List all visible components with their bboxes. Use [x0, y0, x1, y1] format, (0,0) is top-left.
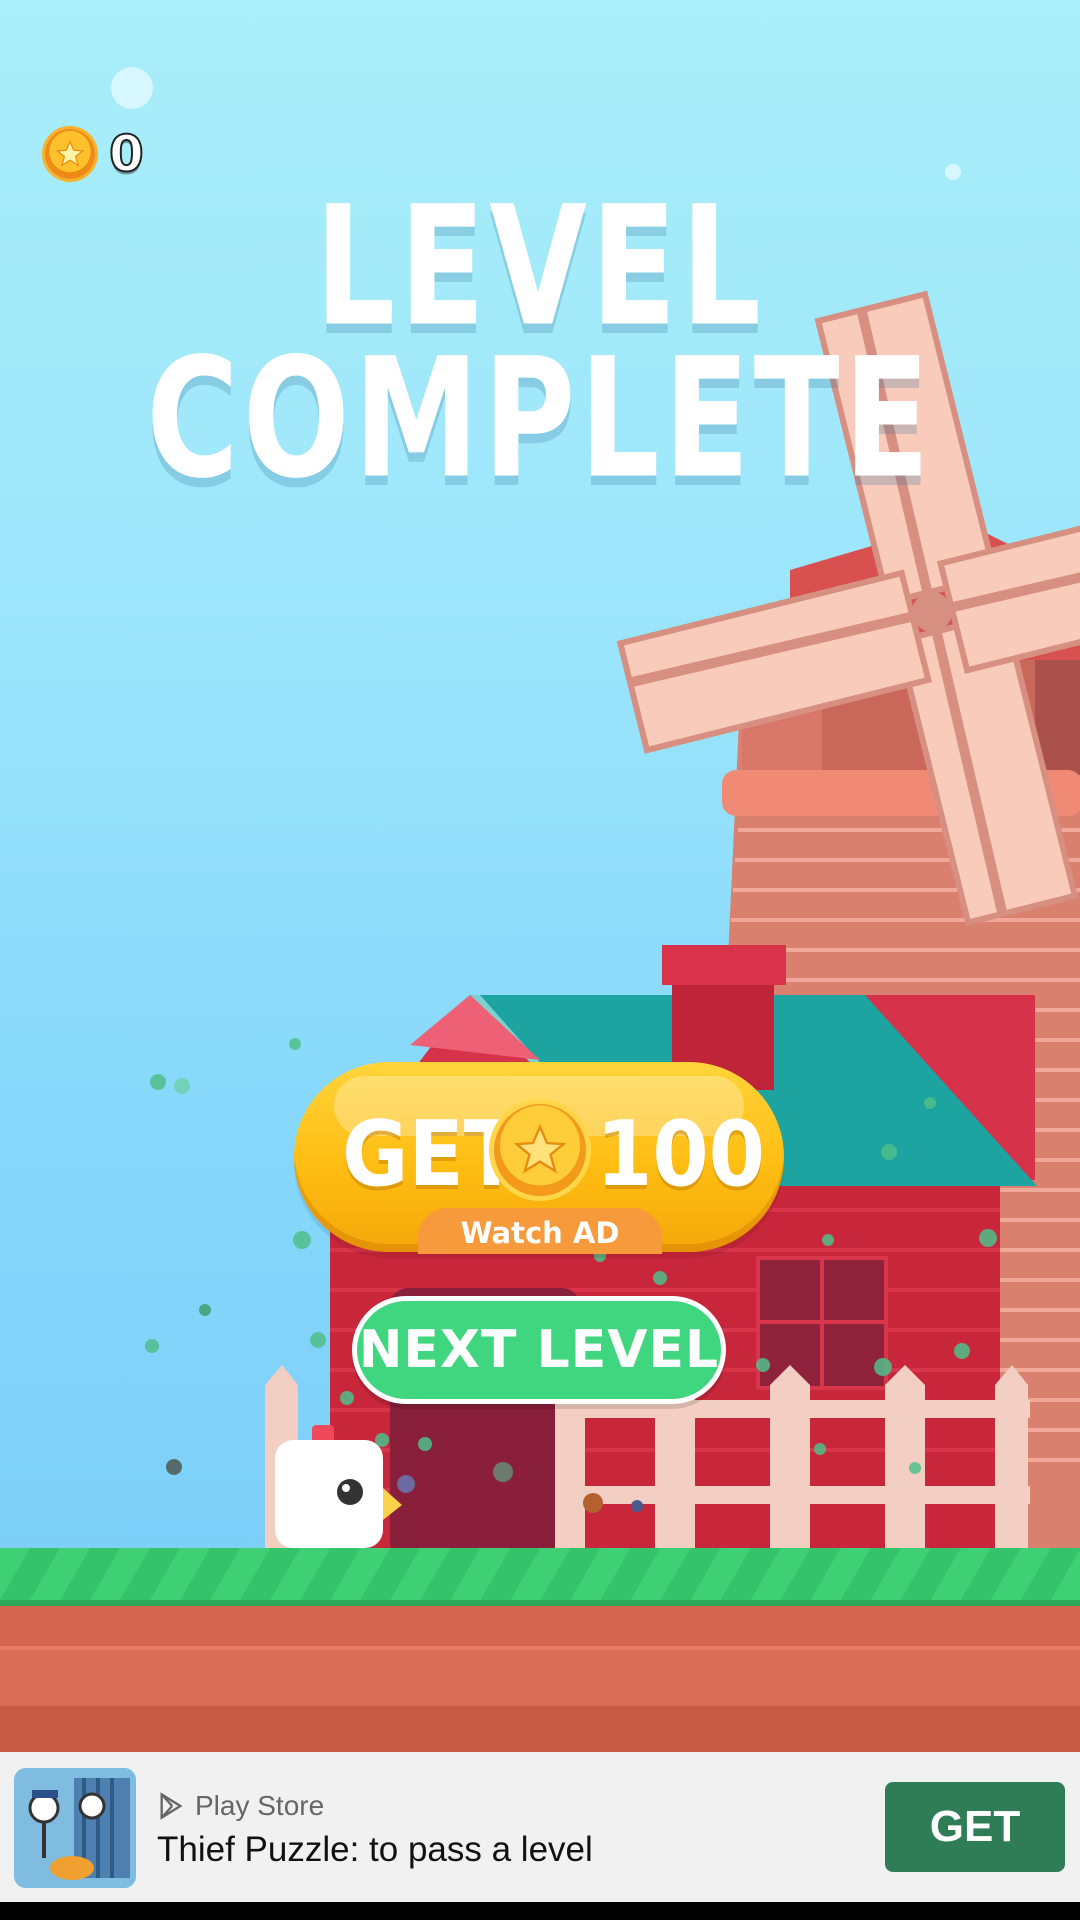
next-level-button[interactable]: NEXT LEVEL: [352, 1296, 726, 1404]
grass-strip: [0, 1548, 1080, 1606]
ad-app-icon[interactable]: [14, 1768, 136, 1888]
ad-get-button[interactable]: GET: [885, 1782, 1065, 1872]
play-store-icon: [160, 1792, 183, 1820]
bottom-bar: [0, 1902, 1080, 1920]
ad-banner[interactable]: Play Store Thief Puzzle: to pass a level…: [0, 1752, 1080, 1902]
title-complete: COMPLETE: [146, 323, 934, 516]
ad-store-line: Play Store: [157, 1790, 324, 1822]
game-scene: 0 LEVEL COMPLETE GET 100 Watch AD NEXT L…: [0, 0, 1080, 1920]
dirt-layer: [0, 1606, 1080, 1752]
watch-ad-label: Watch AD: [418, 1208, 662, 1254]
ad-store-label: Play Store: [195, 1790, 325, 1821]
star-coin-icon: [494, 1104, 586, 1196]
get-label: GET: [342, 1102, 520, 1207]
ad-title[interactable]: Thief Puzzle: to pass a level: [157, 1830, 593, 1870]
get-coins-watch-ad-button[interactable]: GET 100 Watch AD: [294, 1062, 784, 1254]
reward-amount: 100: [596, 1102, 766, 1207]
